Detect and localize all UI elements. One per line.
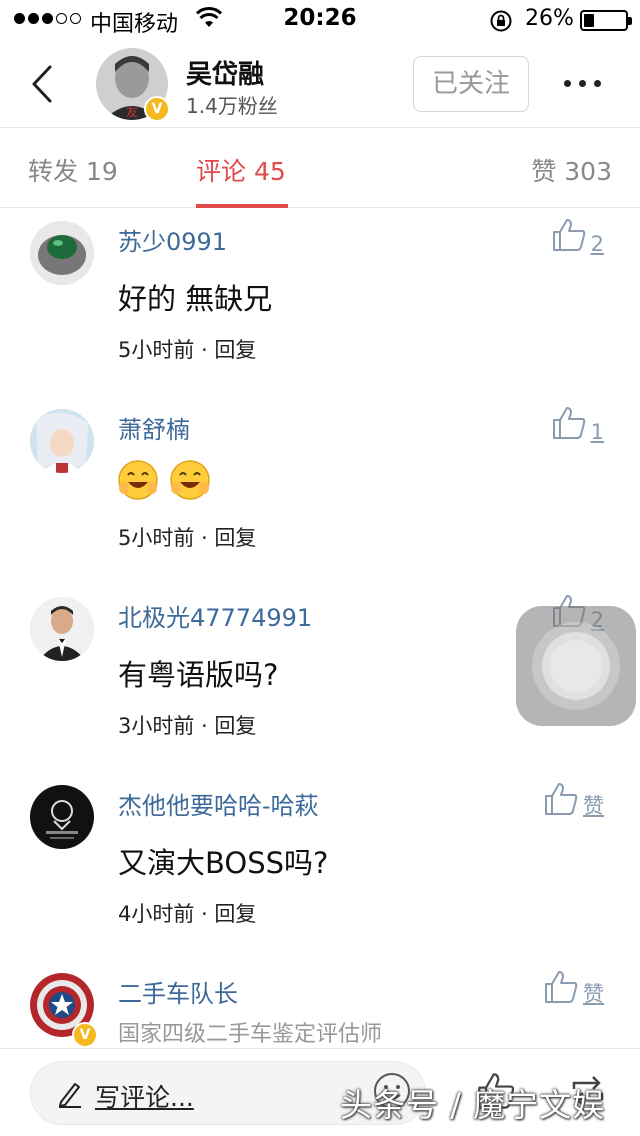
- follow-button[interactable]: 已关注: [413, 56, 529, 112]
- comment-text: 有粤语版吗?: [118, 658, 279, 692]
- tab-likes[interactable]: 赞 303: [531, 152, 612, 188]
- battery-icon: [580, 10, 632, 31]
- comment-emojis: [116, 458, 212, 506]
- user-avatar[interactable]: 友 V: [96, 48, 170, 122]
- like-count: 1: [590, 420, 604, 444]
- comment-item: 萧舒楠 5小时前 · 回复 1: [0, 396, 640, 584]
- watermark: 头条号 / 魔宁文娱: [340, 1086, 606, 1124]
- thumbs-up-icon: [543, 970, 579, 1008]
- tab-repost[interactable]: 转发 19: [28, 152, 118, 188]
- grin-emoji-icon: [116, 458, 160, 506]
- commenter-title: 国家四级二手车鉴定评估师: [118, 1022, 383, 1047]
- fans-count: 1.4万粉丝: [186, 94, 278, 118]
- comment-item: 苏少0991 好的 無缺兄 5小时前 · 回复 2: [0, 208, 640, 396]
- comment-item: V 二手车队长 国家四级二手车鉴定评估师 赞: [0, 960, 640, 1048]
- like-button[interactable]: 赞: [543, 782, 604, 820]
- commenter-name[interactable]: 杰他他要哈哈-哈萩: [118, 786, 319, 821]
- battery-percent: 26%: [525, 6, 574, 31]
- like-button[interactable]: 2: [551, 218, 604, 256]
- profile-header: 友 V 吴岱融 1.4万粉丝 已关注: [0, 40, 640, 128]
- commenter-avatar[interactable]: [30, 409, 94, 473]
- thumbs-up-icon: [543, 782, 579, 820]
- rotation-lock-icon: [489, 9, 513, 39]
- back-icon[interactable]: [30, 64, 54, 108]
- svg-text:友: 友: [126, 105, 138, 119]
- grin-emoji-icon: [168, 458, 212, 506]
- commenter-name[interactable]: 萧舒楠: [118, 410, 190, 445]
- thumbs-up-icon: [551, 406, 587, 444]
- commenter-avatar[interactable]: [30, 221, 94, 285]
- status-bar: 中国移动 20:26 26%: [0, 0, 640, 40]
- comment-text: 又演大BOSS吗?: [118, 846, 329, 880]
- commenter-avatar[interactable]: [30, 785, 94, 849]
- commenter-name[interactable]: 苏少0991: [118, 222, 227, 257]
- like-label: 赞: [583, 982, 604, 1006]
- comment-meta[interactable]: 5小时前 · 回复: [118, 334, 256, 364]
- like-count: 2: [590, 232, 604, 256]
- pen-icon: [57, 1080, 83, 1112]
- like-button[interactable]: 1: [551, 406, 604, 444]
- verified-badge: V: [144, 96, 170, 122]
- tab-comments[interactable]: 评论 45: [196, 152, 286, 188]
- verified-badge: V: [72, 1022, 98, 1048]
- user-name[interactable]: 吴岱融: [186, 54, 264, 91]
- comment-meta[interactable]: 4小时前 · 回复: [118, 898, 256, 928]
- like-button[interactable]: 赞: [543, 970, 604, 1008]
- comment-item: 杰他他要哈哈-哈萩 又演大BOSS吗? 4小时前 · 回复 赞: [0, 772, 640, 960]
- more-icon[interactable]: [564, 80, 601, 87]
- assistive-touch-button[interactable]: [516, 606, 636, 726]
- comment-meta[interactable]: 3小时前 · 回复: [118, 710, 256, 740]
- write-comment-label: 写评论...: [95, 1083, 194, 1112]
- thumbs-up-icon: [551, 218, 587, 256]
- like-label: 赞: [583, 794, 604, 818]
- comment-meta[interactable]: 5小时前 · 回复: [118, 522, 256, 552]
- tab-bar: 转发 19 评论 45 赞 303: [0, 128, 640, 208]
- commenter-avatar[interactable]: [30, 597, 94, 661]
- commenter-name[interactable]: 二手车队长: [118, 974, 238, 1009]
- commenter-name[interactable]: 北极光47774991: [118, 598, 312, 633]
- comment-text: 好的 無缺兄: [118, 282, 273, 316]
